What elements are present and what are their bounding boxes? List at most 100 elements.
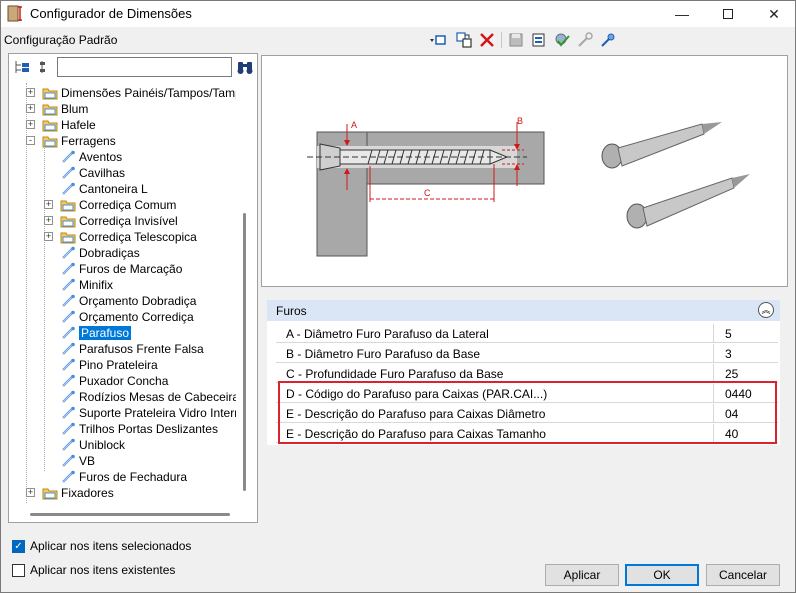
property-row[interactable]: E - Descrição do Parafuso para Caixas Ta…: [276, 424, 778, 443]
tree-item[interactable]: + Fixadores: [26, 485, 114, 501]
property-row[interactable]: D - Código do Parafuso para Caixas (PAR.…: [276, 384, 778, 403]
screw-item-icon: [62, 390, 75, 403]
tree-expander-icon[interactable]: +: [44, 232, 53, 241]
screw-diagram: A B C: [307, 116, 750, 257]
tree-item-label: Cantoneira L: [79, 182, 148, 196]
minimize-button[interactable]: —: [659, 1, 705, 27]
tree-item[interactable]: - Ferragens: [26, 133, 116, 149]
property-value[interactable]: 04: [713, 404, 778, 423]
link-icon[interactable]: [576, 31, 594, 49]
tree-expander-icon[interactable]: +: [26, 488, 35, 497]
tree-item[interactable]: Furos de Marcação: [60, 261, 182, 277]
folder-icon: [60, 232, 76, 244]
tree-vertical-scrollbar[interactable]: [243, 213, 246, 491]
dimension-b-label: B: [517, 116, 523, 126]
tree-item[interactable]: Orçamento Corrediça: [60, 309, 194, 325]
tree-item-label: Furos de Fechadura: [79, 470, 188, 484]
tree-item[interactable]: Aventos: [60, 149, 122, 165]
folder-icon: [42, 104, 58, 116]
tree-item[interactable]: Orçamento Dobradiça: [60, 293, 196, 309]
tree-expand-icon[interactable]: [13, 59, 31, 75]
ok-button[interactable]: OK: [625, 564, 699, 586]
close-button[interactable]: ✕: [751, 1, 796, 27]
check-gear-icon[interactable]: [553, 31, 571, 49]
property-row[interactable]: A - Diâmetro Furo Parafuso da Lateral 5: [276, 324, 778, 343]
screw-item-icon: [62, 246, 75, 259]
tree-item[interactable]: Furos de Fechadura: [60, 469, 187, 485]
property-name: D - Código do Parafuso para Caixas (PAR.…: [286, 387, 548, 401]
tree-item[interactable]: + Hafele: [26, 117, 96, 133]
tree-item[interactable]: Parafusos Frente Falsa: [60, 341, 204, 357]
tree-item[interactable]: Trilhos Portas Deslizantes: [60, 421, 218, 437]
folder-icon: [42, 88, 58, 100]
screw-item-icon: [62, 406, 75, 419]
tree-item[interactable]: Suporte Prateleira Vidro Interno: [60, 405, 236, 421]
property-name: E - Descrição do Parafuso para Caixas Ta…: [286, 427, 546, 441]
pin-icon[interactable]: [599, 31, 617, 49]
tree-expander-icon[interactable]: +: [26, 120, 35, 129]
apply-selected-checkbox[interactable]: ✓: [12, 539, 25, 553]
tree-item[interactable]: Pino Prateleira: [60, 357, 158, 373]
tree-horizontal-scrollbar[interactable]: [30, 513, 230, 516]
tree-item[interactable]: Cantoneira L: [60, 181, 148, 197]
property-row[interactable]: C - Profundidade Furo Parafuso da Base 25: [276, 364, 778, 383]
tree-collapse-icon[interactable]: [36, 59, 50, 75]
screw-item-icon: [62, 294, 75, 307]
tree-view[interactable]: +Dimensões Painéis/Tampos/Tamponamentos+…: [14, 83, 236, 508]
tree-item[interactable]: Cavilhas: [60, 165, 125, 181]
tree-expander-icon[interactable]: +: [26, 88, 35, 97]
delete-icon[interactable]: [478, 31, 496, 49]
maximize-button[interactable]: [705, 1, 751, 27]
tree-item[interactable]: + Corrediça Invisível: [44, 213, 178, 229]
copy-icon[interactable]: [455, 31, 473, 49]
export-icon[interactable]: [530, 31, 548, 49]
apply-selected-checkbox-row[interactable]: ✓ Aplicar nos itens selecionados: [12, 539, 191, 553]
binoculars-icon[interactable]: [236, 59, 254, 75]
tree-item[interactable]: Rodízios Mesas de Cabeceira: [60, 389, 236, 405]
apply-button[interactable]: Aplicar: [545, 564, 619, 586]
tree-expander-icon[interactable]: +: [26, 104, 35, 113]
tree-item-label: Puxador Concha: [79, 374, 169, 388]
tree-item[interactable]: + Corrediça Comum: [44, 197, 176, 213]
save-icon[interactable]: [507, 31, 525, 49]
property-value[interactable]: 25: [713, 364, 778, 383]
tree-expander-icon[interactable]: -: [26, 136, 35, 145]
tree-item[interactable]: Puxador Concha: [60, 373, 168, 389]
folder-icon: [60, 200, 76, 212]
property-value[interactable]: 3: [713, 344, 778, 363]
collapse-section-button[interactable]: ︽: [758, 302, 774, 318]
tree-item[interactable]: + Corrediça Telescopica: [44, 229, 197, 245]
tree-item[interactable]: Minifix: [60, 277, 113, 293]
tree-expander-icon[interactable]: +: [44, 200, 53, 209]
property-name: E - Descrição do Parafuso para Caixas Di…: [286, 407, 546, 421]
screw-item-icon: [62, 262, 75, 275]
property-row[interactable]: E - Descrição do Parafuso para Caixas Di…: [276, 404, 778, 423]
property-value[interactable]: 5: [713, 324, 778, 343]
tree-item[interactable]: Dobradiças: [60, 245, 140, 261]
title-bar[interactable]: Configurador de Dimensões — ✕: [1, 1, 795, 27]
cancel-button[interactable]: Cancelar: [706, 564, 780, 586]
tree-item-label: Orçamento Corrediça: [79, 310, 194, 324]
tree-item[interactable]: Uniblock: [60, 437, 125, 453]
tree-item-label: VB: [79, 454, 96, 468]
tree-item-label: Ferragens: [61, 134, 116, 148]
checkmark-icon: ✓: [14, 540, 23, 552]
tree-item-label: Dimensões Painéis/Tampos/Tamponamentos: [61, 86, 236, 100]
screw-item-icon: [62, 470, 75, 483]
search-input[interactable]: [57, 57, 232, 77]
tree-item[interactable]: + Dimensões Painéis/Tampos/Tamponamentos: [26, 85, 236, 101]
property-value[interactable]: 40: [713, 424, 778, 443]
grid-section-header[interactable]: Furos ︽: [267, 300, 780, 321]
apply-existing-checkbox[interactable]: [12, 563, 25, 577]
tree-item[interactable]: Parafuso: [60, 325, 132, 341]
property-grid: Furos ︽ A - Diâmetro Furo Parafuso da La…: [267, 300, 780, 445]
tree-item[interactable]: + Blum: [26, 101, 88, 117]
apply-existing-checkbox-row[interactable]: Aplicar nos itens existentes: [12, 563, 175, 577]
screw-item-icon: [62, 358, 75, 371]
property-value[interactable]: 0440: [713, 384, 778, 403]
property-row[interactable]: B - Diâmetro Furo Parafuso da Base 3: [276, 344, 778, 363]
tree-expander-icon[interactable]: +: [44, 216, 53, 225]
tree-item[interactable]: VB: [60, 453, 95, 469]
property-name: B - Diâmetro Furo Parafuso da Base: [286, 347, 481, 361]
fit-window-icon[interactable]: [428, 31, 446, 49]
